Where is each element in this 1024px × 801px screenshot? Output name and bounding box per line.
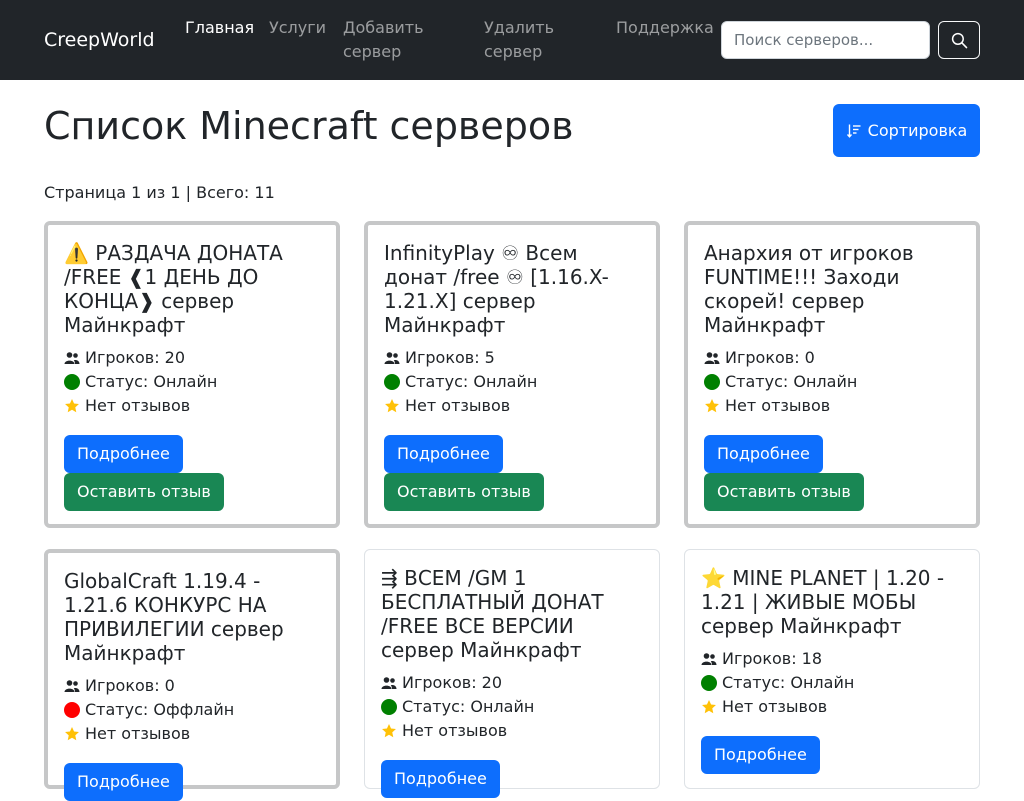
status-online-icon (384, 374, 400, 390)
server-players: Игроков: 20 (64, 346, 320, 370)
server-reviews: Нет отзывов (704, 394, 960, 418)
server-reviews: Нет отзывов (64, 394, 320, 418)
server-status: Статус: Онлайн (701, 671, 963, 695)
details-button[interactable]: Подробнее (704, 435, 823, 473)
details-button[interactable]: Подробнее (384, 435, 503, 473)
server-card: ⇶ ВСЕМ /GM 1 БЕСПЛАТНЫЙ ДОНАТ /FREE ВСЕ … (364, 549, 660, 798)
server-title[interactable]: InfinityPlay ♾ Всем донат /free ♾ [1.16.… (384, 241, 640, 337)
server-players: Игроков: 0 (64, 674, 320, 698)
server-title[interactable]: ⇶ ВСЕМ /GM 1 БЕСПЛАТНЫЙ ДОНАТ /FREE ВСЕ … (381, 566, 643, 662)
nav-link-home[interactable]: Главная (185, 16, 254, 40)
details-button[interactable]: Подробнее (381, 760, 500, 798)
people-icon (701, 652, 722, 666)
server-reviews: Нет отзывов (64, 722, 320, 746)
search-icon (951, 32, 967, 48)
search-input[interactable] (721, 21, 930, 59)
star-icon (384, 398, 405, 414)
server-status: Статус: Оффлайн (64, 698, 320, 722)
brand-logo[interactable]: CreepWorld (44, 28, 155, 52)
status-offline-icon (64, 702, 80, 718)
status-online-icon (381, 699, 397, 715)
star-icon (381, 723, 402, 739)
search-button[interactable] (938, 21, 980, 59)
status-online-icon (704, 374, 720, 390)
server-status: Статус: Онлайн (704, 370, 960, 394)
nav-link-add-server[interactable]: Добавить сервер (343, 16, 463, 64)
details-button[interactable]: Подробнее (701, 736, 820, 774)
server-title[interactable]: GlobalCraft 1.19.4 - 1.21.6 КОНКУРС НА П… (64, 569, 320, 665)
server-players: Игроков: 18 (701, 647, 963, 671)
star-icon (64, 398, 85, 414)
server-reviews: Нет отзывов (381, 719, 643, 743)
people-icon (384, 351, 405, 365)
server-title[interactable]: ⭐ MINE PLANET | 1.20 - 1.21 | ЖИВЫЕ МОБЫ… (701, 566, 963, 638)
server-card: Анархия от игроков FUNTIME!!! Заходи ско… (684, 221, 980, 528)
server-card: ⚠️ РАЗДАЧА ДОНАТА /FREE ❰1 ДЕНЬ ДО КОНЦА… (44, 221, 340, 528)
server-reviews: Нет отзывов (384, 394, 640, 418)
details-button[interactable]: Подробнее (64, 435, 183, 473)
server-players: Игроков: 5 (384, 346, 640, 370)
server-reviews: Нет отзывов (701, 695, 963, 719)
star-icon (704, 398, 725, 414)
pagination-info: Страница 1 из 1 | Всего: 11 (44, 183, 275, 202)
page-title: Список Minecraft серверов (44, 104, 574, 148)
sort-button[interactable]: Сортировка (833, 104, 980, 157)
navbar: CreepWorld Главная Услуги Добавить серве… (0, 0, 1024, 80)
server-players: Игроков: 20 (381, 671, 643, 695)
details-button[interactable]: Подробнее (64, 763, 183, 801)
server-status: Статус: Онлайн (64, 370, 320, 394)
star-icon (64, 726, 85, 742)
people-icon (704, 351, 725, 365)
sort-button-label: Сортировка (867, 121, 968, 140)
server-card: InfinityPlay ♾ Всем донат /free ♾ [1.16.… (364, 221, 660, 528)
leave-review-button[interactable]: Оставить отзыв (384, 473, 544, 511)
star-icon (701, 699, 722, 715)
status-online-icon (701, 675, 717, 691)
server-title[interactable]: Анархия от игроков FUNTIME!!! Заходи ско… (704, 241, 960, 337)
leave-review-button[interactable]: Оставить отзыв (64, 473, 224, 511)
nav-link-support[interactable]: Поддержка (616, 16, 714, 40)
status-online-icon (64, 374, 80, 390)
leave-review-button[interactable]: Оставить отзыв (704, 473, 864, 511)
server-status: Статус: Онлайн (381, 695, 643, 719)
server-card: ⭐ MINE PLANET | 1.20 - 1.21 | ЖИВЫЕ МОБЫ… (684, 549, 980, 789)
people-icon (64, 351, 85, 365)
server-card: GlobalCraft 1.19.4 - 1.21.6 КОНКУРС НА П… (44, 549, 340, 801)
sort-down-icon (846, 124, 861, 138)
nav-link-remove-server[interactable]: Удалить сервер (484, 16, 584, 64)
server-status: Статус: Онлайн (384, 370, 640, 394)
nav-link-services[interactable]: Услуги (269, 16, 326, 40)
people-icon (381, 676, 402, 690)
server-title[interactable]: ⚠️ РАЗДАЧА ДОНАТА /FREE ❰1 ДЕНЬ ДО КОНЦА… (64, 241, 320, 337)
people-icon (64, 679, 85, 693)
server-players: Игроков: 0 (704, 346, 960, 370)
